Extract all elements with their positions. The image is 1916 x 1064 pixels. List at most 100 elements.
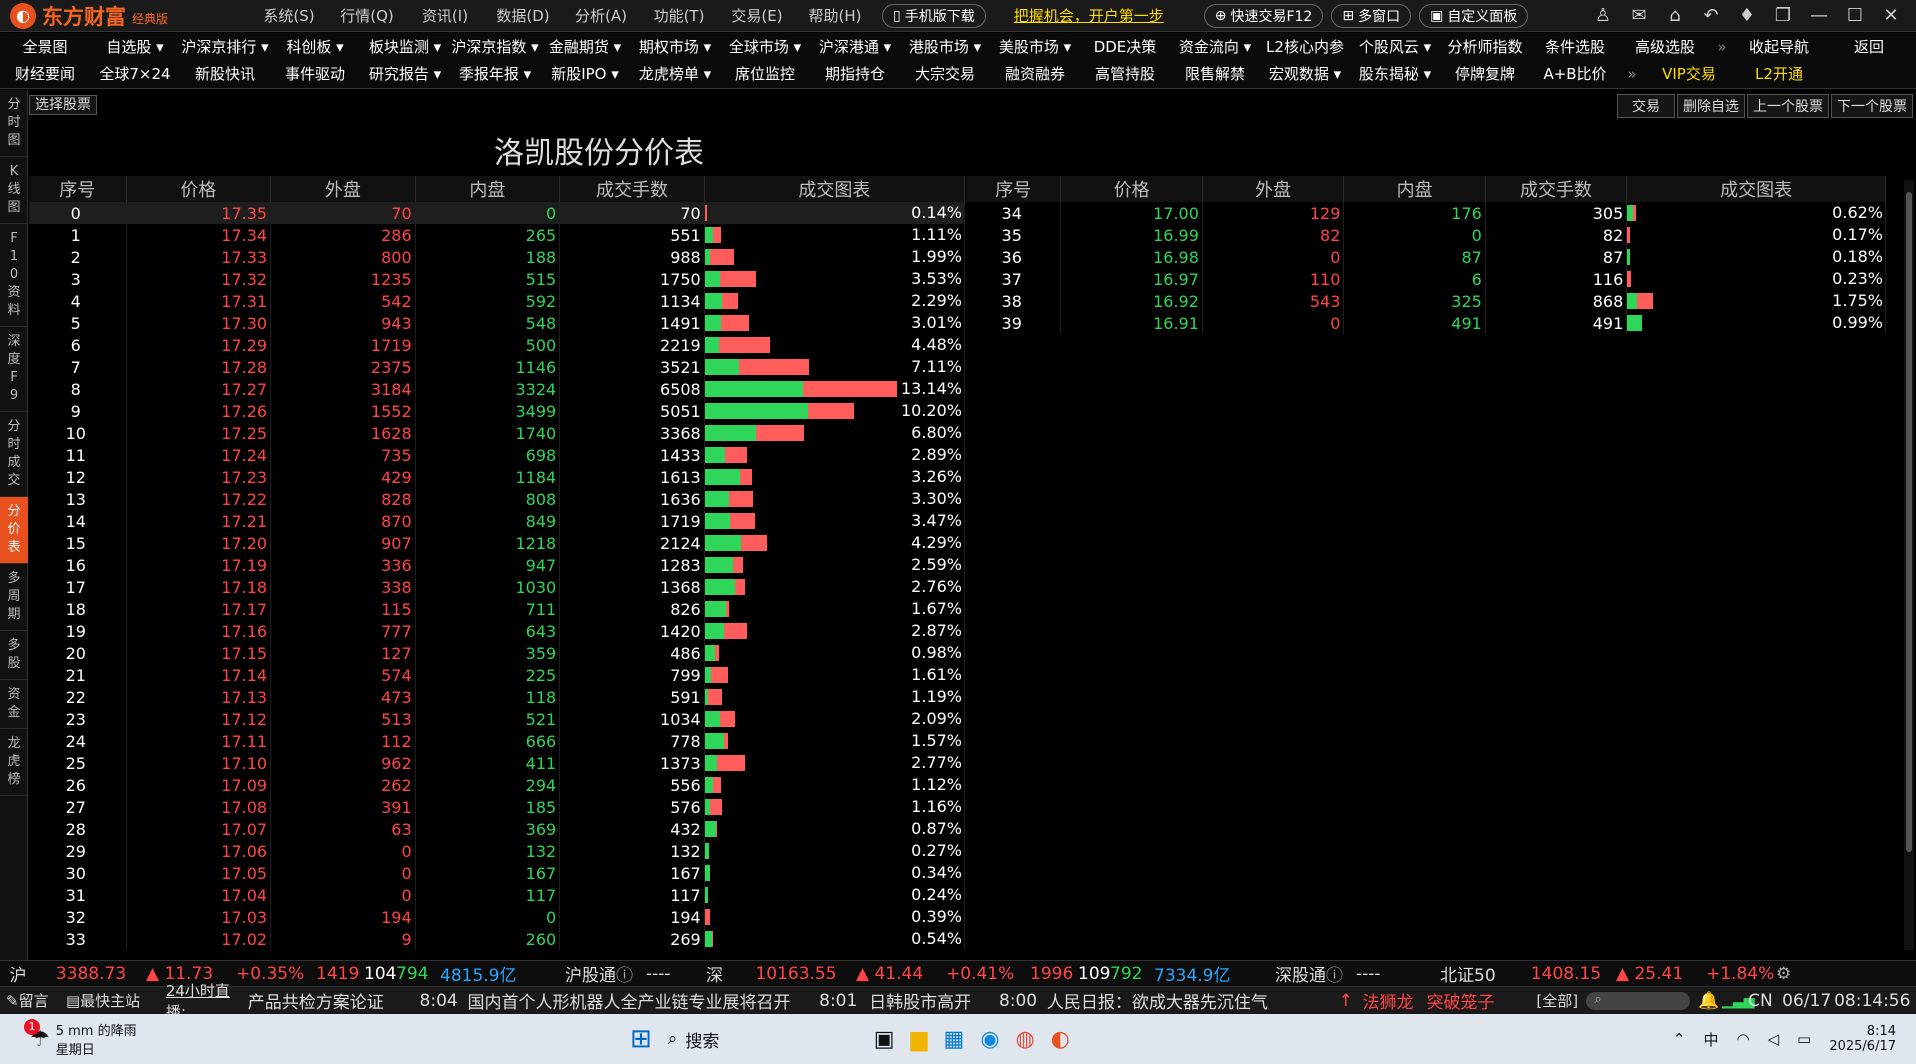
table-row[interactable]: 32 17.03 194 0 194 0.39% (29, 906, 966, 928)
nav1-item-7[interactable]: 期权市场 ▾ (630, 36, 720, 57)
table-row[interactable]: 12 17.23 429 1184 1613 3.26% (29, 466, 966, 488)
custom-panel-button[interactable]: ▣ 自定义面板 (1419, 3, 1529, 28)
help-icon-2[interactable]: ⓘ (1326, 961, 1356, 986)
nav1-item-20[interactable]: 收起导航 (1734, 36, 1824, 57)
nav2-item-11[interactable]: 融资融券 (990, 63, 1080, 84)
table-row[interactable]: 29 17.06 0 132 132 0.27% (29, 840, 966, 862)
nav1-item-3[interactable]: 科创板 ▾ (270, 36, 360, 57)
eastmoney-app-icon[interactable]: ◐ (1051, 1027, 1070, 1052)
sidebar-item-9[interactable]: 龙虎榜 (0, 729, 28, 796)
col-header-2[interactable]: 外盘 (270, 176, 416, 202)
mobile-download-button[interactable]: ▯ 手机版下载 (882, 3, 986, 28)
ticker-news-1[interactable]: 国内首个人形机器人全产业链专业展将召开 (468, 988, 820, 1013)
table-row[interactable]: 31 17.04 0 117 117 0.24% (29, 884, 966, 906)
table-row[interactable]: 28 17.07 63 369 432 0.87% (29, 818, 966, 840)
col-header-3[interactable]: 内盘 (1343, 176, 1486, 202)
menu-item-7[interactable]: 帮助(H) (796, 5, 874, 26)
nav2-item-7[interactable]: 龙虎榜单 ▾ (630, 63, 720, 84)
col-header-1[interactable]: 价格 (1060, 176, 1203, 202)
col-header-5[interactable]: 成交图表 (704, 176, 966, 202)
table-row[interactable]: 16 17.19 336 947 1283 2.59% (29, 554, 966, 576)
table-row[interactable]: 24 17.11 112 666 778 1.57% (29, 730, 966, 752)
table-row[interactable]: 14 17.21 870 849 1719 3.47% (29, 510, 966, 532)
delete-fav-button[interactable]: 删除自选 (1677, 94, 1745, 118)
nav2-item-9[interactable]: 期指持仓 (810, 63, 900, 84)
nav2-item-0[interactable]: 财经要闻 (0, 63, 90, 84)
nav1-item-1[interactable]: 自选股 ▾ (90, 36, 180, 57)
chevron-up-icon[interactable]: ⌃ (1673, 1030, 1686, 1048)
close-icon[interactable]: ✕ (1880, 5, 1902, 26)
help-icon[interactable]: ⓘ (616, 961, 646, 986)
menu-item-1[interactable]: 行情(Q) (328, 5, 406, 26)
table-row[interactable]: 17 17.18 338 1030 1368 2.76% (29, 576, 966, 598)
table-row[interactable]: 18 17.17 115 711 826 1.67% (29, 598, 966, 620)
nav2-item-8[interactable]: 席位监控 (720, 63, 810, 84)
table-row[interactable]: 37 16.97 110 6 116 0.23% (966, 268, 1886, 290)
windows-start-icon[interactable]: ⊞ (630, 1024, 652, 1054)
table-row[interactable]: 33 17.02 9 260 269 0.54% (29, 928, 966, 950)
promo-link[interactable]: 把握机会，开户第一步 (1014, 5, 1164, 26)
volume-icon[interactable]: ◁ (1768, 1030, 1780, 1048)
table-row[interactable]: 39 16.91 0 491 491 0.99% (966, 312, 1886, 334)
settings-icon[interactable]: ⚙ (1776, 964, 1800, 984)
nav2-item-15[interactable]: 股东揭秘 ▾ (1350, 63, 1440, 84)
wifi-icon[interactable]: ◠ (1737, 1030, 1750, 1048)
restore-icon[interactable]: ❐ (1772, 5, 1794, 26)
taskview-icon[interactable]: ▣ (874, 1027, 895, 1052)
sidebar-item-1[interactable]: K线图 (0, 157, 28, 224)
nav2-item-1[interactable]: 全球7×24 (90, 63, 180, 84)
fast-server-button[interactable]: ▤最快主站 (66, 990, 166, 1011)
menu-item-5[interactable]: 功能(T) (640, 5, 718, 26)
sidebar-item-4[interactable]: 分时成交 (0, 412, 28, 497)
nav1-item-12[interactable]: DDE决策 (1080, 36, 1170, 57)
table-row[interactable]: 11 17.24 735 698 1433 2.89% (29, 444, 966, 466)
table-row[interactable]: 7 17.28 2375 1146 3521 7.11% (29, 356, 966, 378)
mail-icon[interactable]: ✉ (1628, 5, 1650, 26)
ticker-news-3[interactable]: 人民日报：欲成大器先沉住气 (1047, 988, 1339, 1013)
table-row[interactable]: 36 16.98 0 87 87 0.18% (966, 246, 1886, 268)
nav1-item-19[interactable]: » (1710, 38, 1734, 56)
table-row[interactable]: 25 17.10 962 411 1373 2.77% (29, 752, 966, 774)
table-row[interactable]: 27 17.08 391 185 576 1.16% (29, 796, 966, 818)
back-icon[interactable]: ↶ (1700, 5, 1722, 26)
nav1-item-2[interactable]: 沪深京排行 ▾ (180, 36, 270, 57)
nav2-item-3[interactable]: 事件驱动 (270, 63, 360, 84)
col-header-3[interactable]: 内盘 (415, 176, 561, 202)
sidebar-item-5[interactable]: 分价表 (0, 497, 28, 564)
table-row[interactable]: 30 17.05 0 167 167 0.34% (29, 862, 966, 884)
nav2-item-19[interactable]: VIP交易 (1644, 63, 1734, 84)
minimize-icon[interactable]: — (1808, 5, 1830, 26)
menu-item-0[interactable]: 系统(S) (250, 5, 328, 26)
table-row[interactable]: 1 17.34 286 265 551 1.11% (29, 224, 966, 246)
weather-widget[interactable]: ☂ 1 5 mm 的降雨 星期日 (24, 1018, 210, 1058)
table-row[interactable]: 15 17.20 907 1218 2124 4.29% (29, 532, 966, 554)
nav2-item-13[interactable]: 限售解禁 (1170, 63, 1260, 84)
nav1-item-9[interactable]: 沪深港通 ▾ (810, 36, 900, 57)
table-row[interactable]: 4 17.31 542 592 1134 2.29% (29, 290, 966, 312)
table-row[interactable]: 26 17.09 262 294 556 1.12% (29, 774, 966, 796)
table-row[interactable]: 5 17.30 943 548 1491 3.01% (29, 312, 966, 334)
nav1-item-14[interactable]: L2核心内参 (1260, 36, 1350, 57)
table-row[interactable]: 3 17.32 1235 515 1750 3.53% (29, 268, 966, 290)
maximize-icon[interactable]: ☐ (1844, 5, 1866, 26)
edge-icon[interactable]: ◉ (980, 1027, 999, 1052)
nav1-item-11[interactable]: 美股市场 ▾ (990, 36, 1080, 57)
sidebar-item-6[interactable]: 多周期 (0, 564, 28, 631)
table-row[interactable]: 6 17.29 1719 500 2219 4.48% (29, 334, 966, 356)
nav2-item-2[interactable]: 新股快讯 (180, 63, 270, 84)
nav1-item-16[interactable]: 分析师指数 (1440, 36, 1530, 57)
quick-trade-button[interactable]: ⊕ 快速交易F12 (1203, 3, 1324, 28)
col-header-2[interactable]: 外盘 (1202, 176, 1345, 202)
chrome-icon[interactable]: ◍ (1016, 1027, 1035, 1052)
hot-stock-1[interactable]: 法狮龙 (1363, 988, 1427, 1013)
table-row[interactable]: 34 17.00 129 176 305 0.62% (966, 202, 1886, 224)
menu-item-6[interactable]: 交易(E) (718, 5, 796, 26)
menu-item-2[interactable]: 资讯(I) (406, 5, 484, 26)
col-header-0[interactable]: 序号 (29, 176, 127, 202)
nav1-item-8[interactable]: 全球市场 ▾ (720, 36, 810, 57)
nav2-item-12[interactable]: 高管持股 (1080, 63, 1170, 84)
nav2-item-16[interactable]: 停牌复牌 (1440, 63, 1530, 84)
prev-stock-button[interactable]: 上一个股票 (1747, 94, 1829, 118)
nav1-item-15[interactable]: 个股风云 ▾ (1350, 36, 1440, 57)
bell-icon[interactable]: 🔔 (1698, 991, 1722, 1011)
